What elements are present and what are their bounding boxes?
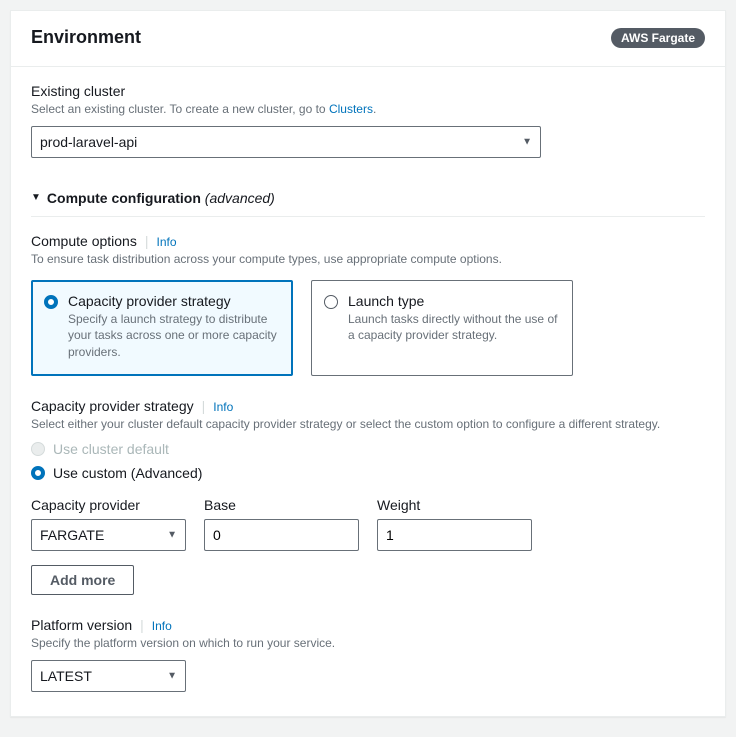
- compute-options-info-link[interactable]: Info: [156, 235, 176, 249]
- capacity-provider-label: Capacity provider: [31, 497, 186, 513]
- platform-version-label: Platform version: [31, 617, 132, 633]
- tile-desc: Specify a launch strategy to distribute …: [68, 311, 280, 361]
- radio-label: Use custom (Advanced): [53, 465, 202, 481]
- panel-body: Existing cluster Select an existing clus…: [11, 67, 725, 716]
- capacity-strategy-label-row: Capacity provider strategy | Info: [31, 398, 705, 416]
- add-more-button[interactable]: Add more: [31, 565, 134, 595]
- weight-label: Weight: [377, 497, 532, 513]
- compute-options-tiles: Capacity provider strategy Specify a lau…: [31, 280, 705, 376]
- compute-config-expander[interactable]: ▼ Compute configuration (advanced): [31, 180, 705, 217]
- platform-version-info-link[interactable]: Info: [152, 619, 172, 633]
- radio-icon: [31, 466, 45, 480]
- radio-icon: [31, 442, 45, 456]
- platform-version-value: LATEST: [31, 660, 186, 692]
- radio-use-custom[interactable]: Use custom (Advanced): [31, 465, 705, 481]
- base-label: Base: [204, 497, 359, 513]
- existing-cluster-select-value: prod-laravel-api: [31, 126, 541, 158]
- tile-title: Launch type: [348, 293, 560, 309]
- capacity-provider-col: Capacity provider FARGATE ▼: [31, 497, 186, 551]
- radio-use-cluster-default: Use cluster default: [31, 441, 705, 457]
- platform-version-label-row: Platform version | Info: [31, 617, 705, 635]
- radio-icon: [324, 295, 338, 309]
- provider-row: Capacity provider FARGATE ▼ Base Weight: [31, 497, 705, 551]
- tile-title: Capacity provider strategy: [68, 293, 280, 309]
- radio-label: Use cluster default: [53, 441, 169, 457]
- existing-cluster-label: Existing cluster: [31, 83, 705, 99]
- existing-cluster-help: Select an existing cluster. To create a …: [31, 101, 705, 118]
- fargate-badge: AWS Fargate: [611, 28, 705, 48]
- weight-col: Weight: [377, 497, 532, 551]
- tile-launch-type[interactable]: Launch type Launch tasks directly withou…: [311, 280, 573, 376]
- radio-icon: [44, 295, 58, 309]
- platform-version-select[interactable]: LATEST ▼: [31, 660, 186, 692]
- base-col: Base: [204, 497, 359, 551]
- compute-options-label-row: Compute options | Info: [31, 233, 705, 251]
- capacity-strategy-help: Select either your cluster default capac…: [31, 416, 705, 433]
- tile-desc: Launch tasks directly without the use of…: [348, 311, 560, 345]
- capacity-provider-value: FARGATE: [31, 519, 186, 551]
- existing-cluster-select[interactable]: prod-laravel-api ▼: [31, 126, 541, 158]
- compute-config-label: Compute configuration: [47, 190, 201, 206]
- platform-version-help: Specify the platform version on which to…: [31, 635, 705, 652]
- base-input[interactable]: [204, 519, 359, 551]
- compute-options-label: Compute options: [31, 233, 137, 249]
- tile-capacity-provider-strategy[interactable]: Capacity provider strategy Specify a lau…: [31, 280, 293, 376]
- weight-input[interactable]: [377, 519, 532, 551]
- environment-panel: Environment AWS Fargate Existing cluster…: [10, 10, 726, 717]
- capacity-strategy-info-link[interactable]: Info: [213, 400, 233, 414]
- compute-options-help: To ensure task distribution across your …: [31, 251, 705, 268]
- page-title: Environment: [31, 27, 141, 48]
- panel-header: Environment AWS Fargate: [11, 11, 725, 67]
- caret-down-icon: ▼: [31, 192, 41, 203]
- capacity-strategy-label: Capacity provider strategy: [31, 398, 194, 414]
- compute-config-advanced: (advanced): [205, 190, 275, 206]
- clusters-link[interactable]: Clusters: [329, 102, 373, 116]
- capacity-provider-select[interactable]: FARGATE ▼: [31, 519, 186, 551]
